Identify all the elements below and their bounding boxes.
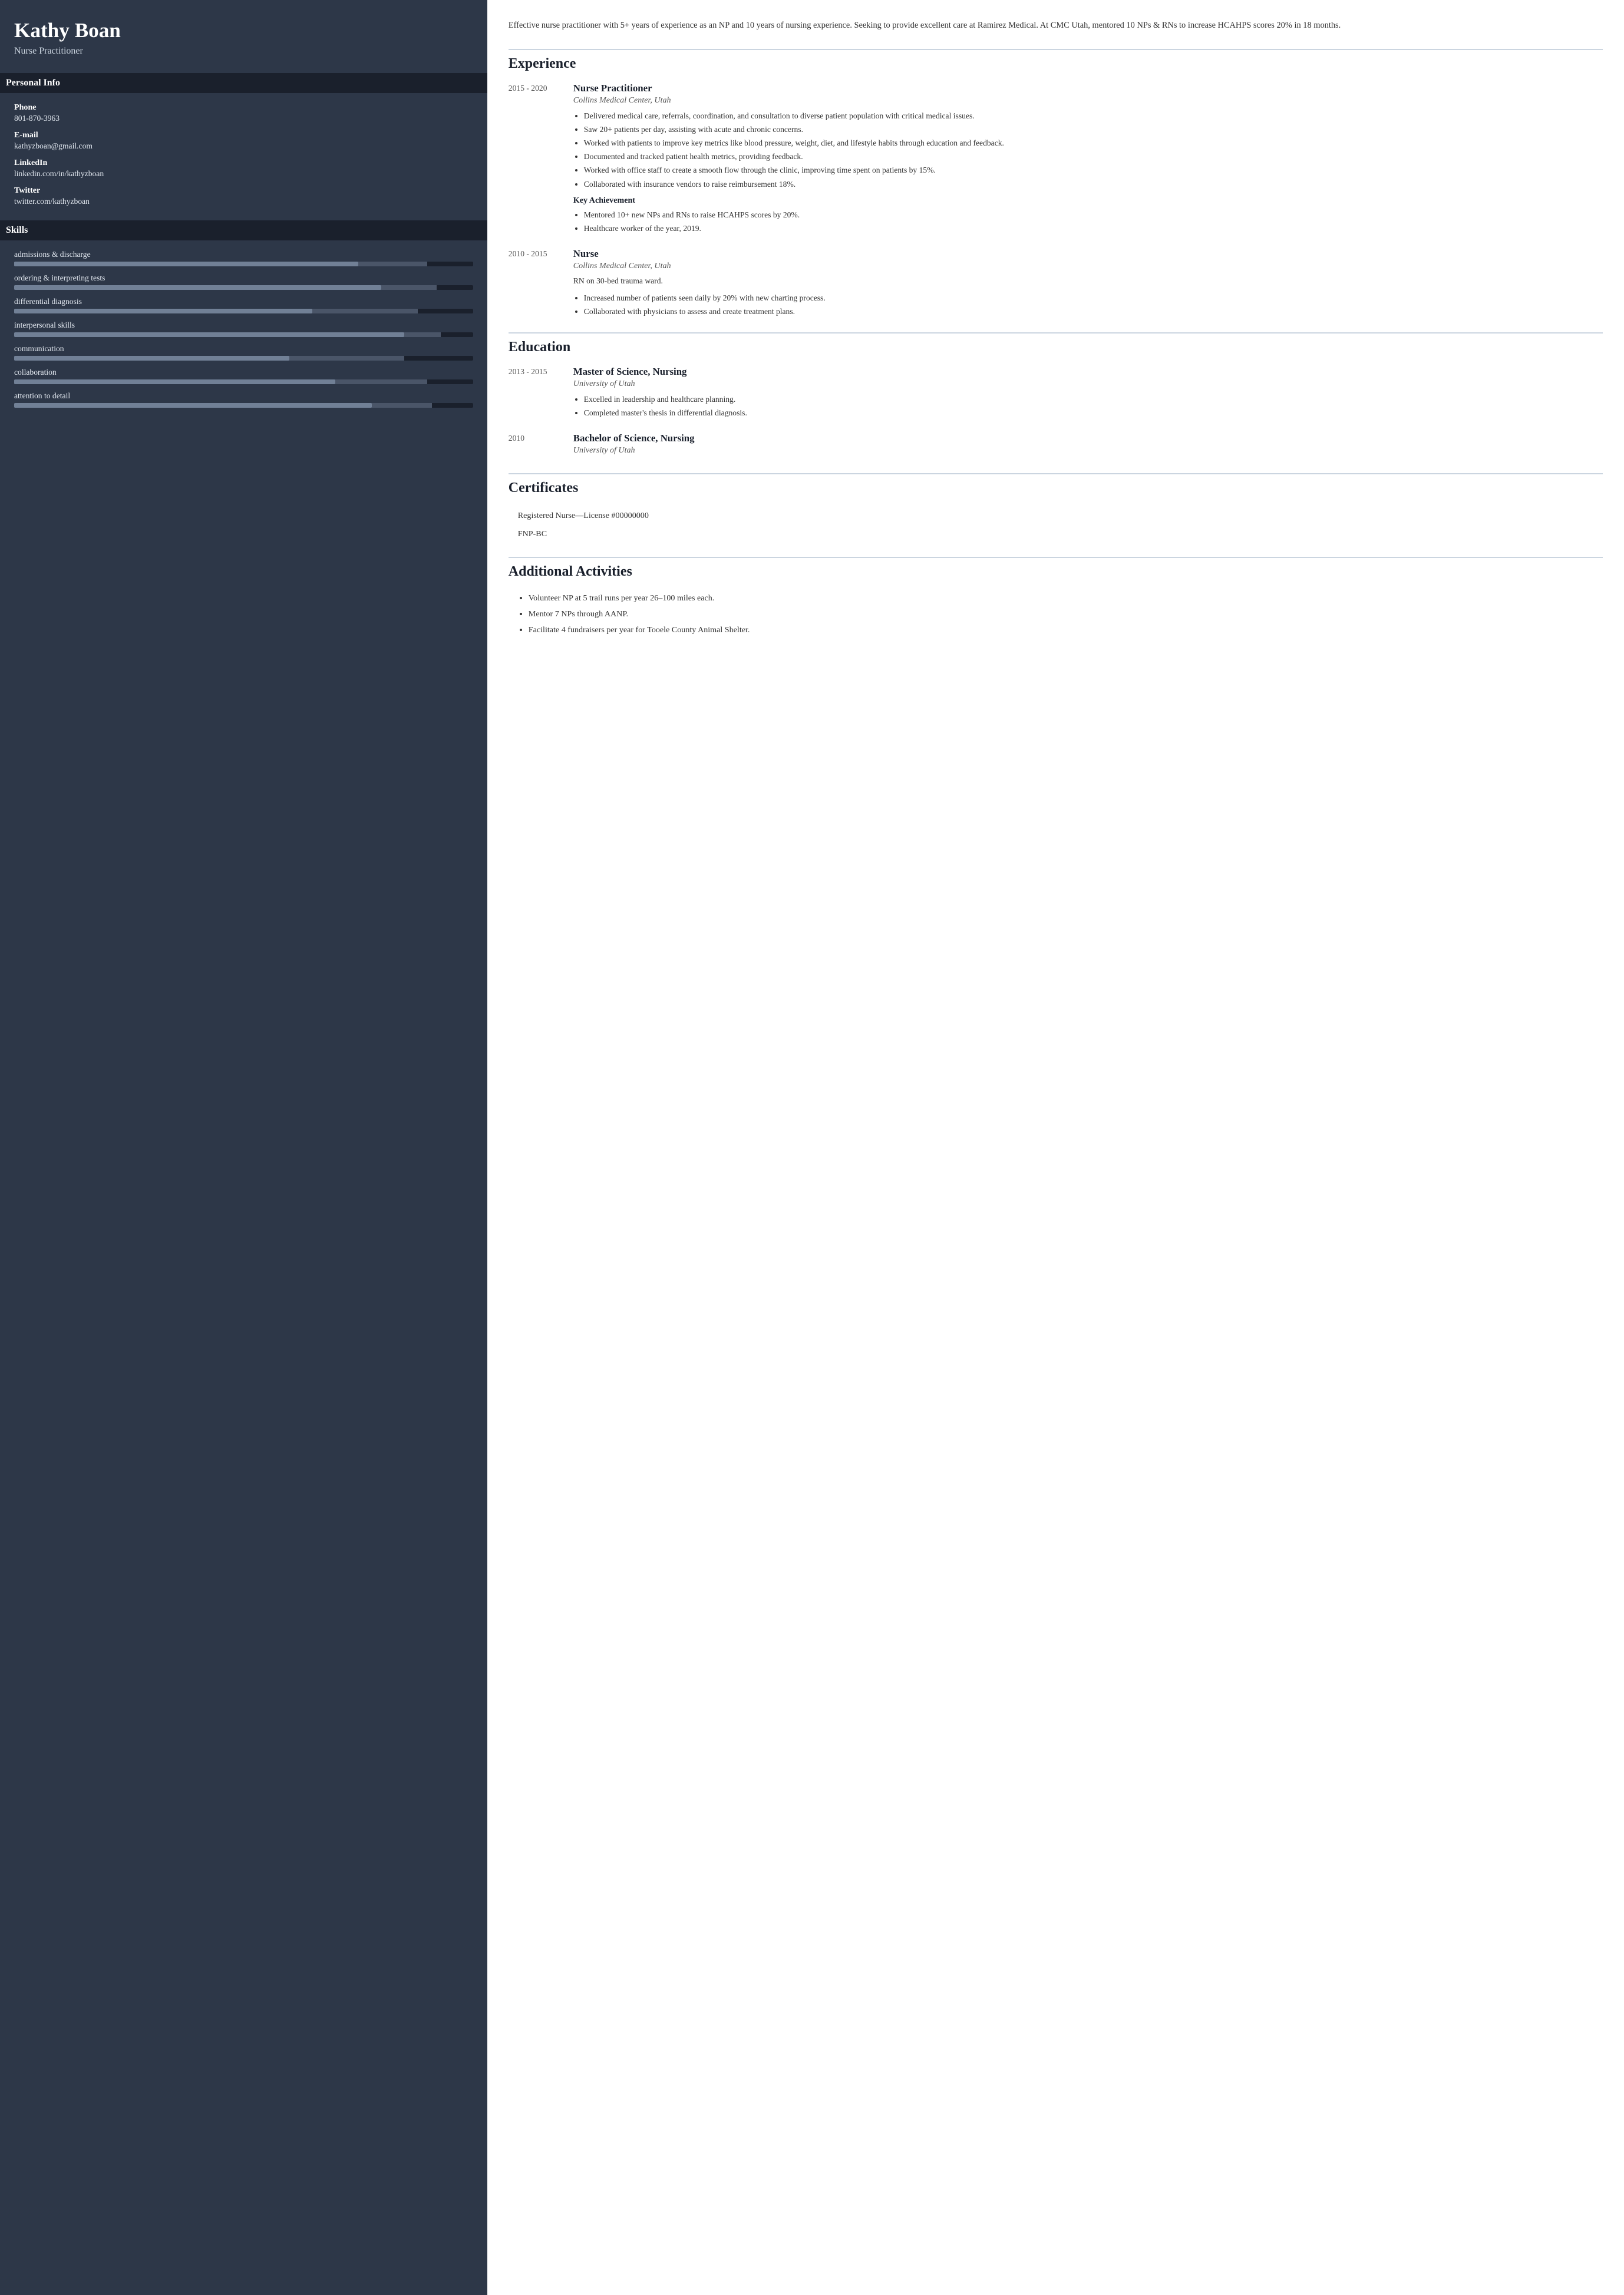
- list-item: Delivered medical care, referrals, coord…: [584, 109, 1603, 123]
- skill-name: attention to detail: [14, 391, 473, 401]
- skill-bar: [14, 262, 473, 266]
- activity-item: Facilitate 4 fundraisers per year for To…: [529, 622, 1603, 638]
- experience-detail: NurseCollins Medical Center, Utah RN on 3…: [573, 248, 1603, 318]
- twitter-label: Twitter: [14, 186, 473, 196]
- education-bullet-list: Excelled in leadership and healthcare pl…: [573, 392, 1603, 420]
- experience-item: 2015 - 2020Nurse PractitionerCollins Med…: [509, 82, 1603, 235]
- list-item: Worked with office staff to create a smo…: [584, 163, 1603, 177]
- linkedin-label: LinkedIn: [14, 158, 473, 168]
- achievement-label: Key Achievement: [573, 196, 1603, 206]
- email-field: E-mail kathyzboan@gmail.com: [14, 130, 473, 151]
- personal-info-header: Personal Info: [0, 73, 487, 93]
- skill-item: interpersonal skills: [14, 321, 473, 337]
- experience-date: 2015 - 2020: [509, 82, 573, 235]
- job-company: Collins Medical Center, Utah: [573, 261, 1603, 271]
- skill-item: ordering & interpreting tests: [14, 273, 473, 290]
- list-item: Excelled in leadership and healthcare pl…: [584, 392, 1603, 406]
- phone-value: 801-870-3963: [14, 114, 473, 123]
- candidate-title: Nurse Practitioner: [14, 46, 473, 57]
- education-detail: Master of Science, NursingUniversity of …: [573, 366, 1603, 420]
- skill-item: attention to detail: [14, 391, 473, 408]
- education-date: 2010: [509, 432, 573, 459]
- certificate-item: Registered Nurse—License #00000000: [509, 507, 1603, 525]
- experience-item: 2010 - 2015NurseCollins Medical Center, …: [509, 248, 1603, 318]
- education-item: 2013 - 2015Master of Science, NursingUni…: [509, 366, 1603, 420]
- list-item: Collaborated with physicians to assess a…: [584, 305, 1603, 318]
- experience-header: Experience: [509, 49, 1603, 72]
- achievement-list: Mentored 10+ new NPs and RNs to raise HC…: [573, 208, 1603, 235]
- certificates-section: Certificates Registered Nurse—License #0…: [509, 473, 1603, 543]
- experience-section: Experience 2015 - 2020Nurse Practitioner…: [509, 49, 1603, 318]
- activity-item: Volunteer NP at 5 trail runs per year 26…: [529, 590, 1603, 606]
- experience-date: 2010 - 2015: [509, 248, 573, 318]
- linkedin-value: linkedin.com/in/kathyzboan: [14, 169, 473, 179]
- education-title: Bachelor of Science, Nursing: [573, 432, 1603, 444]
- phone-field: Phone 801-870-3963: [14, 103, 473, 123]
- list-item: Saw 20+ patients per day, assisting with…: [584, 123, 1603, 136]
- skill-item: collaboration: [14, 368, 473, 384]
- education-title: Master of Science, Nursing: [573, 366, 1603, 378]
- list-item: Healthcare worker of the year, 2019.: [584, 222, 1603, 235]
- education-section: Education 2013 - 2015Master of Science, …: [509, 332, 1603, 459]
- skill-name: communication: [14, 344, 473, 354]
- job-company: Collins Medical Center, Utah: [573, 95, 1603, 105]
- twitter-value: twitter.com/kathyzboan: [14, 197, 473, 206]
- education-institution: University of Utah: [573, 379, 1603, 389]
- linkedin-field: LinkedIn linkedin.com/in/kathyzboan: [14, 158, 473, 179]
- job-title: Nurse Practitioner: [573, 82, 1603, 94]
- skill-item: admissions & discharge: [14, 250, 473, 266]
- job-description: RN on 30-bed trauma ward.: [573, 275, 1603, 288]
- education-date: 2013 - 2015: [509, 366, 573, 420]
- skill-name: ordering & interpreting tests: [14, 273, 473, 283]
- main-content: Effective nurse practitioner with 5+ yea…: [487, 0, 1624, 2295]
- skill-bar: [14, 285, 473, 290]
- skill-bar: [14, 379, 473, 384]
- skill-item: differential diagnosis: [14, 297, 473, 313]
- bullet-list: Increased number of patients seen daily …: [573, 291, 1603, 318]
- skill-name: differential diagnosis: [14, 297, 473, 306]
- list-item: Worked with patients to improve key metr…: [584, 136, 1603, 150]
- education-item: 2010Bachelor of Science, NursingUniversi…: [509, 432, 1603, 459]
- skill-bar: [14, 403, 473, 408]
- job-title: Nurse: [573, 248, 1603, 260]
- candidate-name: Kathy Boan: [14, 19, 473, 42]
- list-item: Increased number of patients seen daily …: [584, 291, 1603, 305]
- skill-bar: [14, 332, 473, 337]
- activities-header: Additional Activities: [509, 557, 1603, 580]
- skill-name: interpersonal skills: [14, 321, 473, 330]
- activity-item: Mentor 7 NPs through AANP.: [529, 606, 1603, 622]
- email-label: E-mail: [14, 130, 473, 140]
- bullet-list: Delivered medical care, referrals, coord…: [573, 109, 1603, 191]
- skill-bar: [14, 356, 473, 361]
- list-item: Documented and tracked patient health me…: [584, 150, 1603, 163]
- email-value: kathyzboan@gmail.com: [14, 141, 473, 151]
- skill-bar: [14, 309, 473, 313]
- activities-section: Additional Activities Volunteer NP at 5 …: [509, 557, 1603, 638]
- skills-list: admissions & discharge ordering & interpr…: [14, 250, 473, 408]
- list-item: Mentored 10+ new NPs and RNs to raise HC…: [584, 208, 1603, 222]
- education-header: Education: [509, 332, 1603, 355]
- certificate-item: FNP-BC: [509, 525, 1603, 543]
- skills-header: Skills: [0, 220, 487, 240]
- sidebar: Kathy Boan Nurse Practitioner Personal I…: [0, 0, 487, 2295]
- education-institution: University of Utah: [573, 445, 1603, 455]
- education-detail: Bachelor of Science, NursingUniversity o…: [573, 432, 1603, 459]
- list-item: Collaborated with insurance vendors to r…: [584, 177, 1603, 191]
- skill-item: communication: [14, 344, 473, 361]
- certificates-header: Certificates: [509, 473, 1603, 496]
- twitter-field: Twitter twitter.com/kathyzboan: [14, 186, 473, 206]
- skill-name: collaboration: [14, 368, 473, 377]
- experience-detail: Nurse PractitionerCollins Medical Center…: [573, 82, 1603, 235]
- skill-name: admissions & discharge: [14, 250, 473, 259]
- phone-label: Phone: [14, 103, 473, 113]
- summary-text: Effective nurse practitioner with 5+ yea…: [509, 19, 1603, 32]
- list-item: Completed master's thesis in differentia…: [584, 406, 1603, 420]
